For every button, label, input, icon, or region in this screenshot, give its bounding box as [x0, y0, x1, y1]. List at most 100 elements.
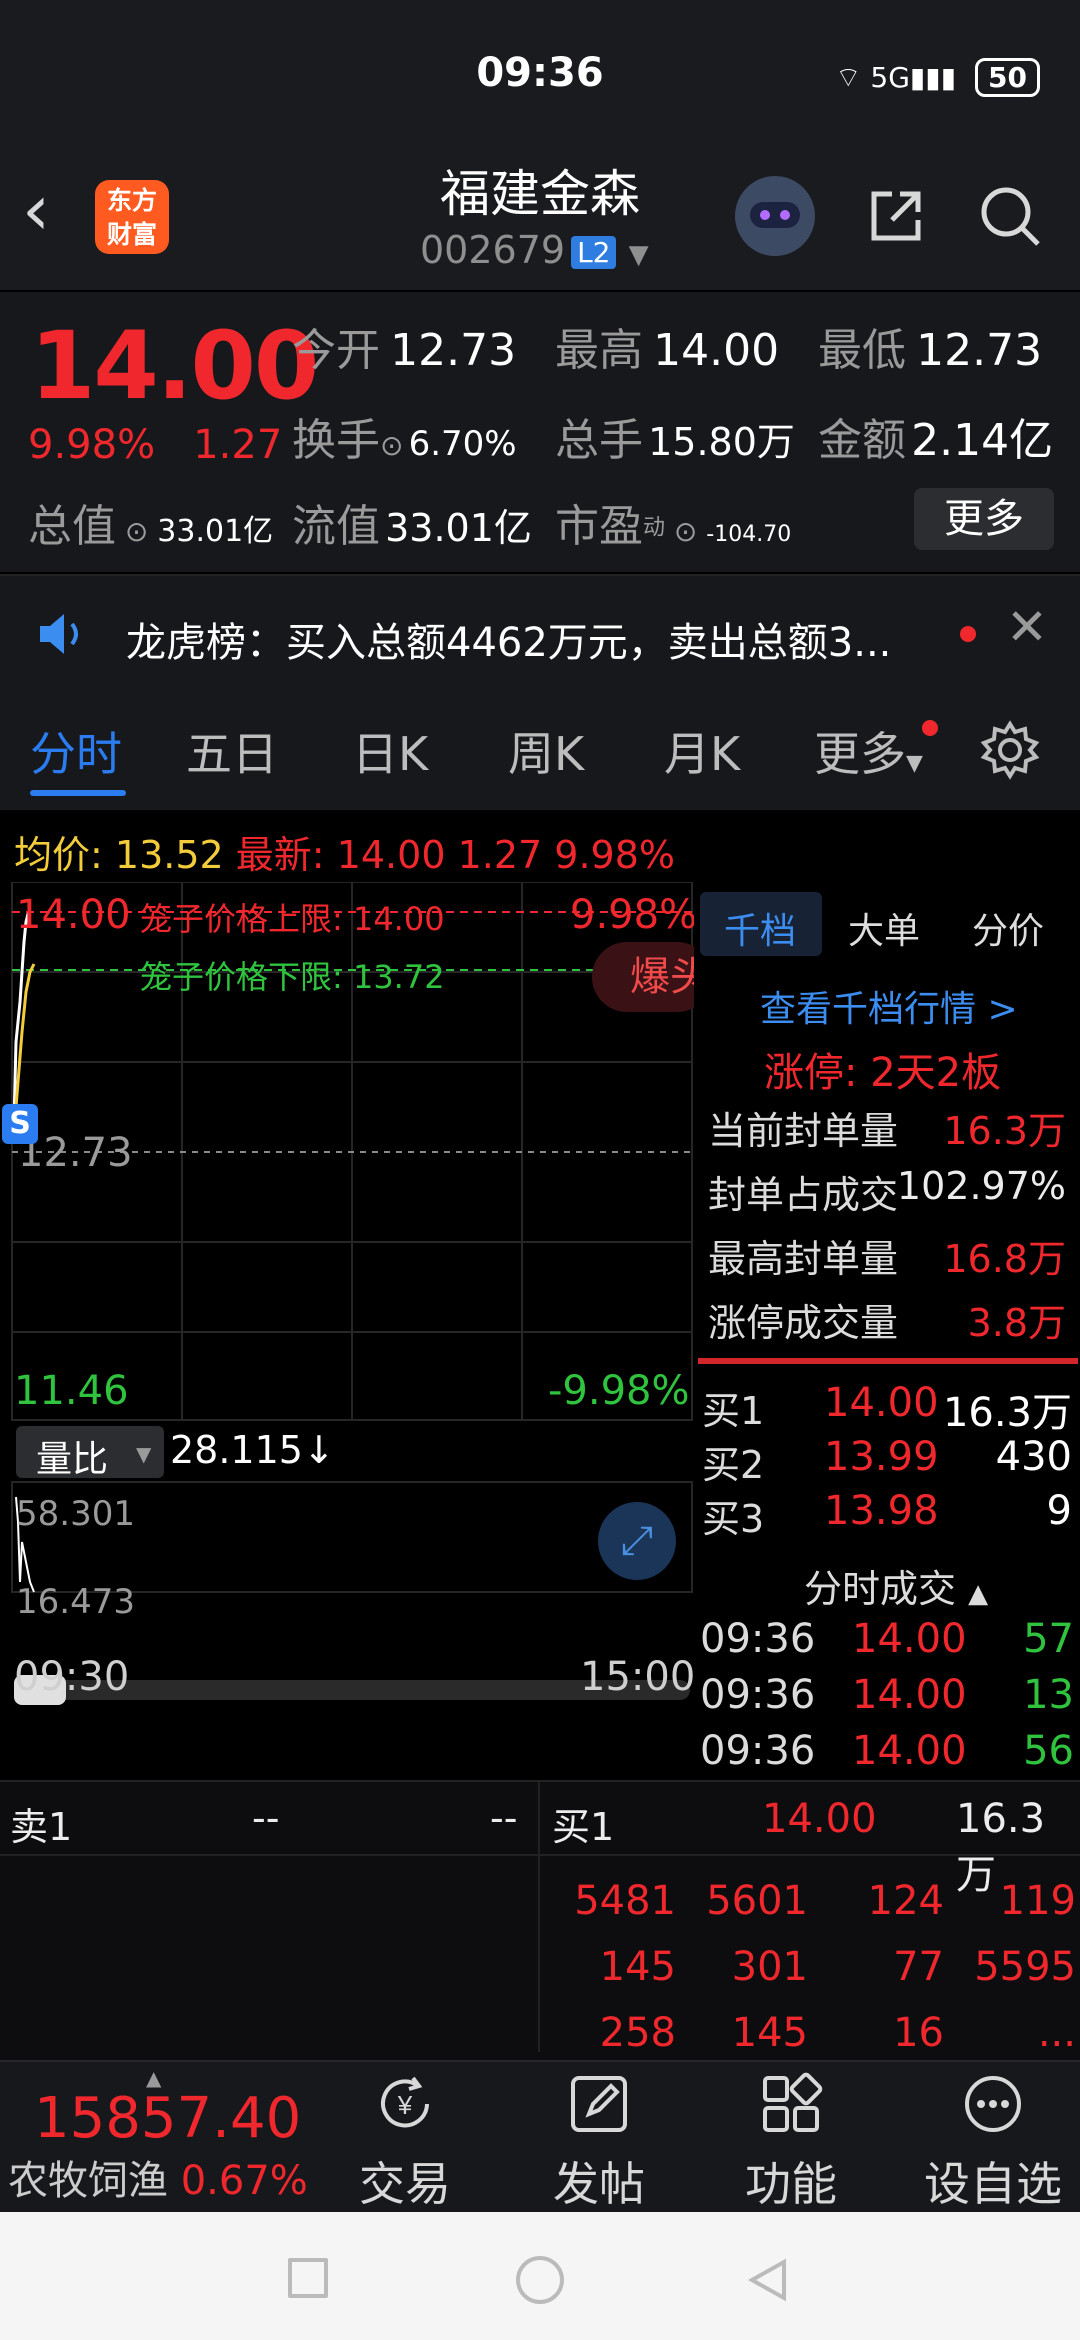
bid2-volume: 430 — [995, 1434, 1072, 1480]
status-bar: 09:36 ⌔ 5G▮▮▮ 50 — [0, 0, 1080, 140]
level2-panel: 千档 大单 分价 查看千档行情 > 涨停: 2天2板 当前封单量 16.3万 封… — [694, 880, 1080, 1780]
lower-pct-label: -9.98% — [548, 1368, 690, 1414]
vr-low-label: 16.473 — [16, 1582, 135, 1622]
trade-volume: 56 — [1023, 1728, 1074, 1774]
settings-gear-icon[interactable] — [980, 720, 1040, 780]
share-icon[interactable] — [866, 186, 926, 246]
pe-label: 市盈 — [555, 501, 643, 552]
close-icon[interactable]: ✕ — [1006, 598, 1048, 656]
divider — [538, 1782, 540, 2052]
ask1-volume: -- — [490, 1796, 518, 1840]
tab-five-day[interactable]: 五日 — [186, 718, 278, 784]
signal-icon: 5G▮▮▮ — [870, 61, 957, 94]
change-pct: 9.98% — [28, 422, 156, 468]
lower-price-label: 11.46 — [14, 1368, 129, 1414]
news-text[interactable]: 龙虎榜：买入总额4462万元，卖出总额3... — [126, 610, 891, 668]
tab-daily-k[interactable]: 日K — [352, 718, 428, 784]
stock-code-selector[interactable]: 002679 L2 ▼ — [420, 228, 649, 272]
avg-value: 13.52 — [114, 833, 224, 877]
time-start-label: 09:30 — [14, 1654, 130, 1700]
high-label: 最高 — [555, 325, 643, 376]
chevron-up-icon: ▲ — [968, 1579, 989, 1609]
limit-volume-label: 涨停成交量 — [708, 1301, 899, 1345]
speaker-icon — [40, 614, 78, 654]
chevron-down-icon: ▼ — [136, 1442, 152, 1466]
tab-price-distribution[interactable]: 分价 — [972, 902, 1044, 954]
chart-tabs: 分时 五日 日K 周K 月K 更多▼ — [0, 690, 1080, 810]
tab-more[interactable]: 更多▼ — [814, 718, 923, 784]
home-icon[interactable] — [516, 2256, 564, 2304]
panel-tabs: 千档 大单 分价 — [694, 892, 1080, 962]
tab-weekly-k[interactable]: 周K — [508, 718, 584, 784]
total-value-label: 总值 — [28, 501, 116, 552]
robot-assistant-icon[interactable] — [735, 176, 815, 256]
queue-cell: 16 — [893, 2010, 944, 2056]
upper-price-label: 14.00 — [16, 892, 131, 938]
queue-cell: 258 — [599, 2010, 676, 2056]
change-row: 9.98% 1.27 — [28, 422, 282, 468]
indicator-selector[interactable]: 量比 ▼ — [16, 1426, 164, 1480]
bid3-volume: 9 — [1046, 1488, 1072, 1534]
svg-text:¥: ¥ — [397, 2090, 413, 2120]
system-nav-bar — [0, 2212, 1080, 2340]
high-field: 最高 14.00 — [555, 314, 779, 378]
latest-label: 最新: — [235, 833, 325, 877]
pe-superscript: 动 — [643, 515, 666, 541]
stock-code: 002679 — [420, 228, 566, 272]
time-end-label: 15:00 — [580, 1654, 696, 1700]
stock-header: ‹ 东方 财富 福建金森 002679 L2 ▼ — [0, 140, 1080, 290]
cage-upper-label: 笼子价格上限: 14.00 — [140, 900, 445, 938]
info-icon[interactable]: ⊙ — [116, 515, 157, 548]
sector-index-value[interactable]: 15857.40 — [34, 2086, 301, 2151]
sector-pct: 0.67% — [180, 2158, 308, 2204]
limit-up-title: 涨停: 2天2板 — [764, 1050, 1002, 1096]
low-value: 12.73 — [916, 325, 1043, 376]
high-value: 14.00 — [653, 325, 780, 376]
bid2-price: 13.99 — [824, 1434, 939, 1480]
seal-ratio-value: 102.97% — [896, 1164, 1066, 1208]
nav-functions[interactable]: 功能 — [726, 2072, 856, 2214]
network-type: 5G — [870, 61, 910, 94]
info-icon[interactable]: ⊙ — [665, 515, 706, 548]
nav-post[interactable]: 发帖 — [534, 2072, 664, 2214]
sector-name: 农牧饲渔 — [8, 2158, 168, 2204]
vr-high-label: 58.301 — [16, 1494, 135, 1534]
sell-marker[interactable]: S — [2, 1104, 38, 1144]
view-depth-link[interactable]: 查看千档行情 > — [760, 980, 1018, 1032]
sector-index[interactable]: 农牧饲渔 0.67% — [8, 2148, 308, 2206]
time-sales-toggle[interactable]: 分时成交 ▲ — [804, 1558, 988, 1613]
float-value: 33.01亿 — [385, 506, 532, 550]
turnover-field: 换手⊙ 6.70% — [292, 404, 517, 468]
bid1-volume: 16.3万 — [942, 1390, 1072, 1436]
status-icons: ⌔ 5G▮▮▮ 50 — [835, 58, 1040, 97]
bid2-label: 买2 — [702, 1443, 765, 1487]
open-value: 12.73 — [390, 325, 517, 376]
search-icon[interactable] — [978, 184, 1042, 248]
volume-field: 总手 15.80万 — [555, 404, 795, 468]
seal-ratio-label: 封单占成交 — [708, 1173, 899, 1217]
amount-field: 金额 2.14亿 — [818, 404, 1053, 468]
tab-intraday[interactable]: 分时 — [30, 718, 122, 784]
tab-big-orders[interactable]: 大单 — [848, 902, 920, 954]
chevron-down-icon: ▼ — [906, 751, 923, 776]
info-icon[interactable]: ⊙ — [380, 429, 403, 462]
ask1-price: -- — [252, 1796, 280, 1840]
queue-cell: 145 — [599, 1944, 676, 1990]
more-button[interactable]: 更多 — [914, 488, 1054, 550]
queue-cell: 77 — [893, 1944, 944, 1990]
tab-monthly-k[interactable]: 月K — [664, 718, 740, 784]
expand-icon[interactable]: ⤢ — [598, 1502, 676, 1580]
recents-icon[interactable] — [288, 2258, 328, 2298]
grid-icon — [763, 2072, 823, 2132]
open-label: 今开 — [292, 325, 380, 376]
current-price: 14.00 — [30, 312, 319, 421]
back-nav-icon[interactable] — [744, 2256, 792, 2304]
tab-thousand-depth[interactable]: 千档 — [724, 902, 796, 954]
news-ticker[interactable]: 龙虎榜：买入总额4462万元，卖出总额3... ✕ — [0, 574, 1080, 690]
nav-trade[interactable]: ¥ 交易 — [340, 2072, 470, 2214]
battery-icon: 50 — [975, 58, 1040, 97]
trade-time: 09:36 — [700, 1672, 816, 1718]
nav-add-watchlist-label: 设自选 — [924, 2157, 1062, 2211]
nav-add-watchlist[interactable]: 设自选 — [918, 2072, 1068, 2214]
edit-icon — [571, 2076, 627, 2132]
